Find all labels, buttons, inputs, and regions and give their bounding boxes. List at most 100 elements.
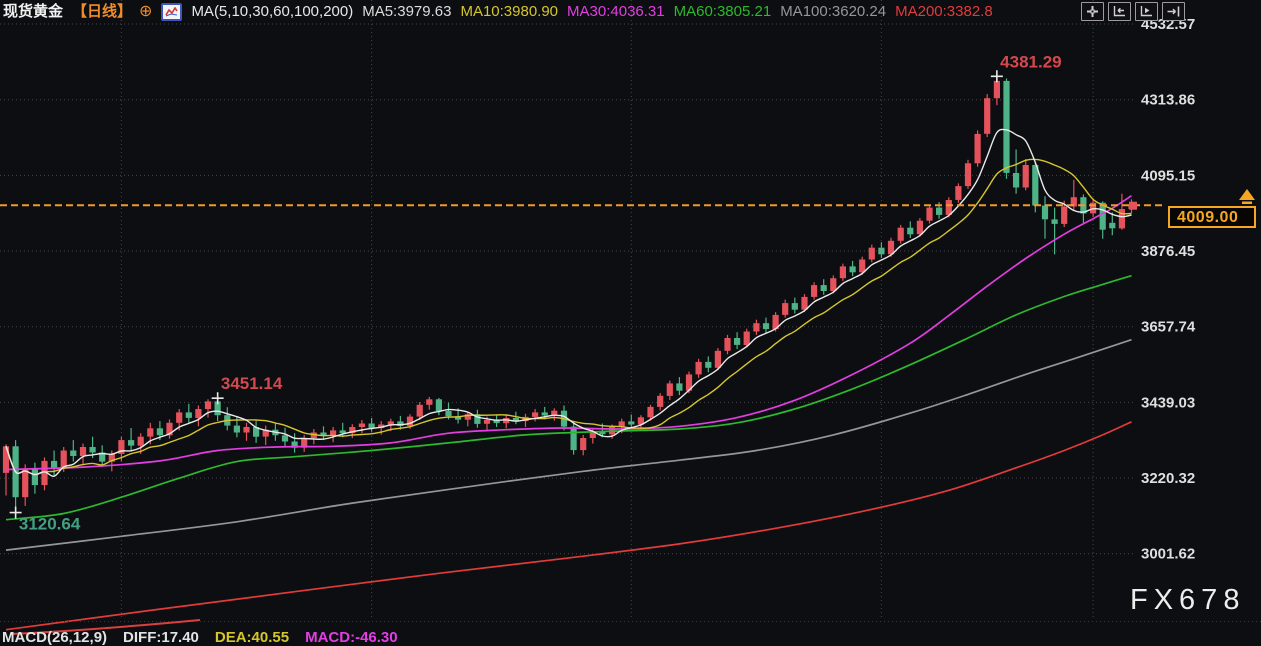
candle[interactable] bbox=[41, 457, 48, 491]
candle[interactable] bbox=[676, 377, 683, 396]
grid-layer bbox=[0, 0, 1136, 620]
macd-value: MACD:-46.30 bbox=[305, 629, 398, 646]
price-up-arrow[interactable] bbox=[1239, 189, 1255, 204]
candle[interactable] bbox=[868, 244, 875, 263]
candle[interactable] bbox=[426, 396, 433, 410]
ma-item-5: MA200:3382.8 bbox=[895, 3, 993, 20]
candle[interactable] bbox=[570, 421, 577, 455]
macd-settings-label: MACD(26,12,9) bbox=[2, 629, 108, 646]
y-axis-label: 4095.15 bbox=[1141, 167, 1195, 184]
candle[interactable] bbox=[628, 414, 635, 429]
y-axis-label: 3001.62 bbox=[1141, 546, 1195, 563]
ma-line-ma100 bbox=[5, 338, 1132, 551]
candle[interactable] bbox=[166, 419, 173, 439]
candle[interactable] bbox=[12, 440, 19, 513]
candle[interactable] bbox=[31, 462, 38, 494]
macd-dea-value: DEA:40.55 bbox=[214, 629, 290, 646]
candle[interactable] bbox=[955, 183, 962, 203]
candle[interactable] bbox=[705, 356, 712, 373]
line-chart-icon[interactable] bbox=[161, 3, 183, 21]
circle-plus-icon[interactable]: ⊕ bbox=[139, 2, 152, 22]
candle[interactable] bbox=[926, 204, 933, 224]
candle[interactable] bbox=[1013, 149, 1020, 194]
candle[interactable] bbox=[310, 429, 317, 445]
candle[interactable] bbox=[974, 130, 981, 167]
candle[interactable] bbox=[512, 411, 519, 425]
candle[interactable] bbox=[791, 297, 798, 314]
candle[interactable] bbox=[128, 428, 135, 452]
shift-right-icon[interactable] bbox=[1162, 2, 1185, 21]
ma-settings-label: MA(5,10,30,60,100,200) bbox=[191, 3, 354, 20]
y-axis-label: 4313.86 bbox=[1141, 92, 1195, 109]
candle[interactable] bbox=[1070, 179, 1077, 211]
ma-line-ma60 bbox=[5, 274, 1132, 521]
candle[interactable] bbox=[195, 405, 202, 427]
candle[interactable] bbox=[666, 380, 673, 400]
candle[interactable] bbox=[243, 422, 250, 441]
current-price-tag[interactable]: 4009.00 bbox=[1168, 206, 1256, 228]
candle[interactable] bbox=[782, 299, 789, 318]
macd-diff-value: DIFF:17.40 bbox=[123, 629, 199, 646]
candle[interactable] bbox=[330, 427, 337, 443]
y-axis-label: 3220.32 bbox=[1141, 470, 1195, 487]
candle[interactable] bbox=[281, 427, 289, 447]
axis-play-icon[interactable] bbox=[1135, 2, 1158, 21]
ma-item-1: MA10:3980.90 bbox=[460, 3, 559, 20]
candle[interactable] bbox=[301, 434, 308, 452]
candle[interactable] bbox=[695, 358, 702, 378]
candle[interactable] bbox=[964, 159, 972, 189]
candle[interactable] bbox=[878, 242, 885, 259]
candle[interactable] bbox=[1022, 159, 1029, 191]
candle[interactable] bbox=[734, 332, 741, 350]
candle[interactable] bbox=[657, 393, 664, 411]
y-axis-label: 3657.74 bbox=[1141, 319, 1196, 336]
ma-item-2: MA30:4036.31 bbox=[567, 3, 665, 20]
price-chart[interactable]: 4381.293451.143120.644532.574313.864095.… bbox=[0, 0, 1261, 639]
candle[interactable] bbox=[204, 399, 212, 418]
candle[interactable] bbox=[580, 434, 587, 456]
axis-compress-left-icon[interactable] bbox=[1108, 2, 1131, 21]
candle[interactable] bbox=[253, 421, 260, 443]
candle[interactable] bbox=[291, 433, 298, 453]
candle[interactable] bbox=[984, 94, 991, 137]
candle[interactable] bbox=[1109, 212, 1116, 236]
candle[interactable] bbox=[262, 425, 269, 445]
candle[interactable] bbox=[70, 440, 77, 462]
last-price-marker bbox=[1129, 201, 1137, 210]
candle[interactable] bbox=[464, 411, 471, 427]
candle[interactable] bbox=[907, 221, 914, 238]
candle[interactable] bbox=[1003, 78, 1010, 179]
ma-line-ma30 bbox=[5, 194, 1132, 471]
ma-line-ma5 bbox=[5, 128, 1132, 477]
candle[interactable] bbox=[849, 260, 856, 277]
candle[interactable] bbox=[820, 279, 827, 295]
candle[interactable] bbox=[1051, 207, 1058, 255]
crosshair-icon[interactable] bbox=[1081, 2, 1104, 21]
candle[interactable] bbox=[474, 409, 481, 428]
candle[interactable] bbox=[753, 319, 760, 335]
candles-layer bbox=[2, 76, 1135, 513]
candle[interactable] bbox=[532, 409, 539, 422]
candle[interactable] bbox=[1080, 194, 1087, 223]
candle[interactable] bbox=[503, 415, 510, 429]
candle[interactable] bbox=[1118, 193, 1125, 230]
candle[interactable] bbox=[897, 224, 904, 244]
candle[interactable] bbox=[358, 420, 365, 434]
timeframe-selector[interactable]: 【日线】 bbox=[72, 2, 132, 22]
candle[interactable] bbox=[320, 426, 327, 441]
candle[interactable] bbox=[762, 317, 770, 334]
candle[interactable] bbox=[185, 403, 192, 424]
candle[interactable] bbox=[368, 418, 375, 432]
watermark-logo: FX678 bbox=[1130, 584, 1246, 616]
candle[interactable] bbox=[224, 407, 231, 431]
candle[interactable] bbox=[79, 443, 87, 465]
candle[interactable] bbox=[1041, 196, 1049, 239]
candle[interactable] bbox=[1099, 201, 1106, 239]
candle[interactable] bbox=[724, 334, 731, 355]
candle[interactable] bbox=[811, 282, 818, 300]
extreme-price-label: 3120.64 bbox=[19, 515, 81, 534]
candle[interactable] bbox=[551, 408, 558, 421]
extreme-cross-icon bbox=[990, 70, 1003, 83]
ma-line-ma200 bbox=[5, 421, 1132, 631]
candle[interactable] bbox=[839, 263, 846, 281]
